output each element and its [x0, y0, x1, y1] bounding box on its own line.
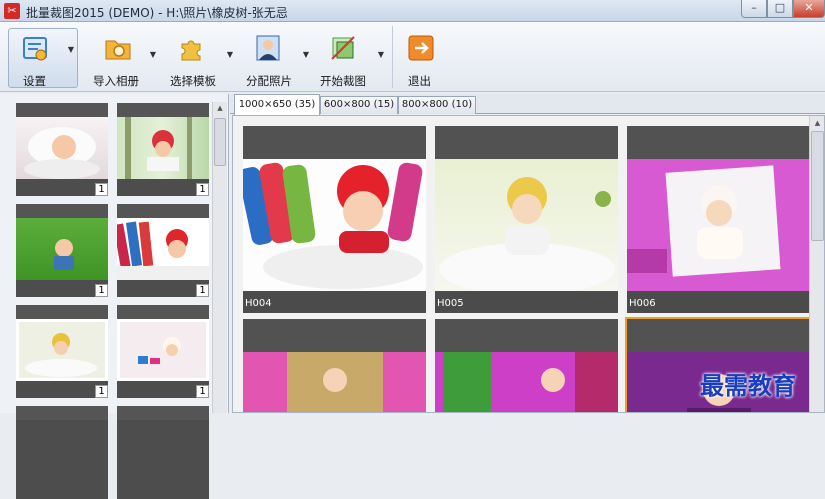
baby-photo-icon	[243, 352, 426, 412]
close-button[interactable]: ✕	[793, 0, 825, 18]
photo-card[interactable]	[435, 319, 618, 412]
photo-count-badge: 1	[95, 183, 108, 196]
thumbnail-item[interactable]: 1	[16, 305, 108, 398]
album-thumbnail-panel[interactable]: 1 1 1 1 1 1 ▲	[0, 94, 229, 499]
thumbnail-scrollbar[interactable]: ▲	[212, 102, 227, 413]
assign-photos-button[interactable]: 分配照片 ▼	[244, 28, 312, 88]
photo-grid-scrollbar[interactable]: ▲	[809, 116, 824, 412]
crop-dropdown-icon[interactable]: ▼	[376, 50, 386, 59]
crop-image-icon	[331, 36, 355, 60]
baby-photo-icon	[627, 159, 810, 291]
title-bar: ✂ 批量裁图2015 (DEMO) - H:\照片\橡皮树-张无忌 – □ ✕	[0, 0, 825, 22]
person-photo-icon	[256, 35, 280, 61]
baby-photo-icon	[117, 319, 209, 381]
size-tabs: 1000×650 (35) 600×800 (15) 800×800 (10)	[230, 94, 825, 115]
photo-count-badge: 1	[196, 385, 209, 398]
start-crop-button[interactable]: 开始裁图 ▼	[319, 28, 387, 88]
photo-count-badge: 1	[95, 284, 108, 297]
window-title: 批量裁图2015 (DEMO) - H:\照片\橡皮树-张无忌	[26, 6, 288, 20]
import-album-button[interactable]: 导入相册 ▼	[92, 28, 160, 88]
photo-name: H006	[629, 298, 656, 309]
settings-button[interactable]: 设置 ▼	[8, 28, 78, 88]
assign-photos-label: 分配照片	[246, 74, 292, 88]
thumbnail-item[interactable]	[117, 406, 209, 499]
toolbar-divider	[392, 26, 393, 88]
photo-card[interactable]: H005	[435, 126, 618, 313]
settings-label: 设置	[23, 74, 46, 88]
baby-photo-icon	[117, 218, 209, 280]
select-template-button[interactable]: 选择模板 ▼	[168, 28, 236, 88]
baby-photo-icon	[16, 319, 108, 381]
baby-photo-icon	[435, 352, 618, 412]
photo-card[interactable]: H006	[627, 126, 810, 313]
scrollbar-thumb[interactable]	[214, 118, 226, 166]
template-dropdown-icon[interactable]: ▼	[225, 50, 235, 59]
photo-name: H004	[245, 298, 272, 309]
thumbnail-item[interactable]: 1	[16, 204, 108, 297]
photo-card[interactable]: H004	[243, 126, 426, 313]
folder-camera-icon	[105, 40, 131, 60]
thumbnail-item[interactable]: 1	[117, 305, 209, 398]
scroll-up-icon[interactable]: ▲	[810, 116, 824, 130]
scrollbar-thumb[interactable]	[811, 131, 824, 241]
scroll-up-icon[interactable]: ▲	[213, 102, 227, 115]
photo-card[interactable]	[243, 319, 426, 412]
tab-800x800[interactable]: 800×800 (10)	[398, 96, 476, 114]
tab-600x800[interactable]: 600×800 (15)	[320, 96, 398, 114]
thumbnail-item[interactable]	[16, 406, 108, 499]
app-logo-icon: ✂	[4, 3, 20, 19]
thumbnail-item[interactable]: 1	[117, 204, 209, 297]
baby-photo-icon	[16, 117, 108, 179]
photo-count-badge: 1	[95, 385, 108, 398]
photo-count-badge: 1	[196, 284, 209, 297]
photo-count-badge: 1	[196, 183, 209, 196]
settings-dropdown-icon[interactable]: ▼	[66, 45, 76, 54]
select-template-label: 选择模板	[170, 74, 216, 88]
minimize-button[interactable]: –	[741, 0, 767, 18]
assign-dropdown-icon[interactable]: ▼	[301, 50, 311, 59]
baby-photo-icon	[16, 218, 108, 280]
exit-label: 退出	[408, 74, 431, 88]
puzzle-icon	[181, 40, 201, 61]
exit-icon	[408, 35, 434, 61]
import-album-label: 导入相册	[93, 74, 139, 88]
baby-photo-icon	[117, 117, 209, 179]
start-crop-label: 开始裁图	[320, 74, 366, 88]
watermark: 最需教育	[700, 371, 796, 400]
toolbar: 设置 ▼ 导入相册 ▼ 选择模板 ▼ 分配照片 ▼ 开始裁图 ▼ 退出	[0, 22, 825, 92]
thumbnail-item[interactable]: 1	[117, 103, 209, 196]
import-dropdown-icon[interactable]: ▼	[148, 50, 158, 59]
maximize-button[interactable]: □	[767, 0, 793, 18]
photo-name: H005	[437, 298, 464, 309]
settings-icon	[23, 37, 47, 61]
exit-button[interactable]: 退出	[400, 28, 442, 88]
baby-photo-icon	[243, 159, 426, 291]
thumbnail-item[interactable]: 1	[16, 103, 108, 196]
tab-1000x650[interactable]: 1000×650 (35)	[234, 94, 320, 115]
baby-photo-icon	[435, 159, 618, 291]
